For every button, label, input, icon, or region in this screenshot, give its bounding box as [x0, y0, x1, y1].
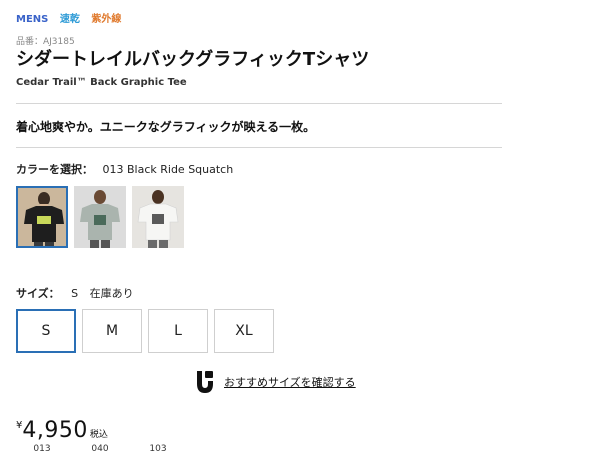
color-swatch-013[interactable]	[16, 186, 68, 248]
size-button-l[interactable]: L	[148, 309, 208, 353]
catch-copy: 着心地爽やか。ユニークなグラフィックが映える一枚。	[16, 120, 316, 134]
size-recommend-icon	[197, 371, 213, 393]
swatch-code-103: 103	[149, 444, 167, 454]
product-title: シダートレイルバックグラフィックTシャツ	[16, 49, 370, 70]
size-recommend-link[interactable]: おすすめサイズを確認する	[196, 369, 356, 395]
swatch-code-040: 040	[91, 444, 109, 454]
swatch-code-013: 013	[33, 444, 51, 454]
color-swatch-103[interactable]	[132, 186, 184, 248]
tax-label: 税込	[89, 430, 108, 440]
product-subtitle: Cedar Trail™ Back Graphic Tee	[16, 77, 187, 88]
price-amount: 4,950	[22, 418, 88, 443]
size-button-xl[interactable]: XL	[214, 309, 274, 353]
swatch-photo-040	[74, 186, 126, 248]
feature-tags: MENS 速乾 紫外線	[16, 10, 129, 25]
divider	[16, 147, 502, 148]
currency-symbol: ¥	[16, 420, 23, 431]
price: ¥4,950 税込	[16, 418, 108, 443]
divider	[16, 103, 502, 104]
selected-size: S	[71, 287, 79, 300]
color-label: カラーを選択：	[16, 163, 93, 176]
stock-status: 在庫あり	[89, 287, 134, 300]
size-button-s[interactable]: S	[16, 309, 76, 353]
size-recommend-text: おすすめサイズを確認する	[224, 376, 356, 389]
color-selector-label: カラーを選択： 013 Black Ride Squatch	[16, 161, 233, 177]
swatch-photo-103	[132, 186, 184, 248]
color-swatch-040[interactable]	[74, 186, 126, 248]
size-selector-label: サイズ： S 在庫あり	[16, 285, 134, 301]
tag-uv: 紫外線	[91, 14, 122, 25]
size-label: サイズ：	[16, 287, 60, 300]
selected-color-name: 013 Black Ride Squatch	[102, 163, 234, 176]
swatch-photo-013	[18, 188, 66, 246]
tag-mens: MENS	[16, 14, 49, 25]
tag-quick-dry: 速乾	[59, 14, 80, 25]
size-button-m[interactable]: M	[82, 309, 142, 353]
